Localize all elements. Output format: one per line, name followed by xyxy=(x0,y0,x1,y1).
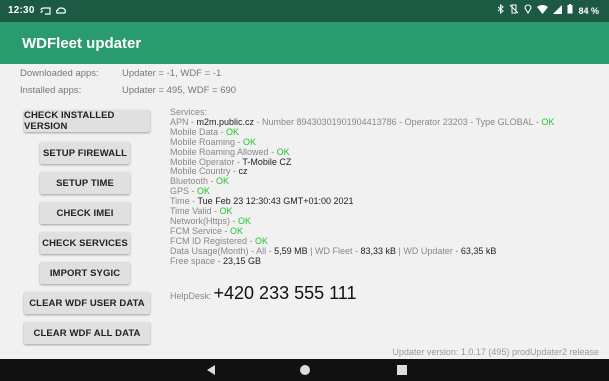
setup-firewall-button[interactable]: SETUP FIREWALL xyxy=(40,142,130,164)
check-services-button[interactable]: CHECK SERVICES xyxy=(40,232,130,254)
battery-icon xyxy=(567,4,573,17)
installed-apps-label: Installed apps: xyxy=(20,85,82,96)
navigation-bar xyxy=(0,359,609,381)
status-time: 12:30 xyxy=(8,5,35,16)
home-icon[interactable] xyxy=(299,363,311,381)
status-bar: 12:30 84 % xyxy=(0,0,609,22)
helpdesk: HelpDesk: +420 233 555 111 xyxy=(170,283,357,304)
back-icon[interactable] xyxy=(205,363,217,381)
location-icon xyxy=(524,4,533,17)
cloud-icon xyxy=(55,5,66,18)
downloaded-apps-value: Updater = -1, WDF = -1 xyxy=(122,68,222,79)
installed-apps-value: Updater = 495, WDF = 690 xyxy=(122,85,237,96)
installed-apps-row: Installed apps: Updater = 495, WDF = 690 xyxy=(20,85,236,96)
signal-icon xyxy=(553,4,563,17)
recents-icon[interactable] xyxy=(396,363,408,381)
check-installed-version-button[interactable]: CHECK INSTALLED VERSION xyxy=(24,110,150,132)
clear-wdf-all-data-button[interactable]: CLEAR WDF ALL DATA xyxy=(24,322,150,344)
vibrate-icon xyxy=(509,4,519,17)
helpdesk-number[interactable]: +420 233 555 111 xyxy=(214,283,357,303)
downloaded-apps-label: Downloaded apps: xyxy=(20,68,99,79)
battery-level: 84 % xyxy=(578,5,599,16)
services-panel: Services: APN - m2m.public.cz - Number 8… xyxy=(170,107,554,267)
import-sygic-button[interactable]: IMPORT SYGIC xyxy=(40,262,130,284)
downloaded-apps-row: Downloaded apps: Updater = -1, WDF = -1 xyxy=(20,68,221,79)
check-imei-button[interactable]: CHECK IMEI xyxy=(40,202,130,224)
clear-wdf-user-data-button[interactable]: CLEAR WDF USER DATA xyxy=(24,292,150,314)
main-content: Downloaded apps: Updater = -1, WDF = -1 I… xyxy=(0,64,609,359)
app-bar: WDFleet updater xyxy=(0,22,609,64)
wifi-icon xyxy=(537,4,549,17)
app-title: WDFleet updater xyxy=(22,35,142,52)
cast-icon xyxy=(40,5,51,18)
setup-time-button[interactable]: SETUP TIME xyxy=(40,172,130,194)
bluetooth-icon xyxy=(497,3,505,17)
bluetooth-line: Bluetooth - OK xyxy=(170,176,230,187)
helpdesk-label: HelpDesk: xyxy=(170,291,212,301)
free-space-line: Free space - 23,15 GB xyxy=(170,255,262,266)
version-text: Updater version: 1.0.17 (495) prodUpdate… xyxy=(392,347,599,357)
